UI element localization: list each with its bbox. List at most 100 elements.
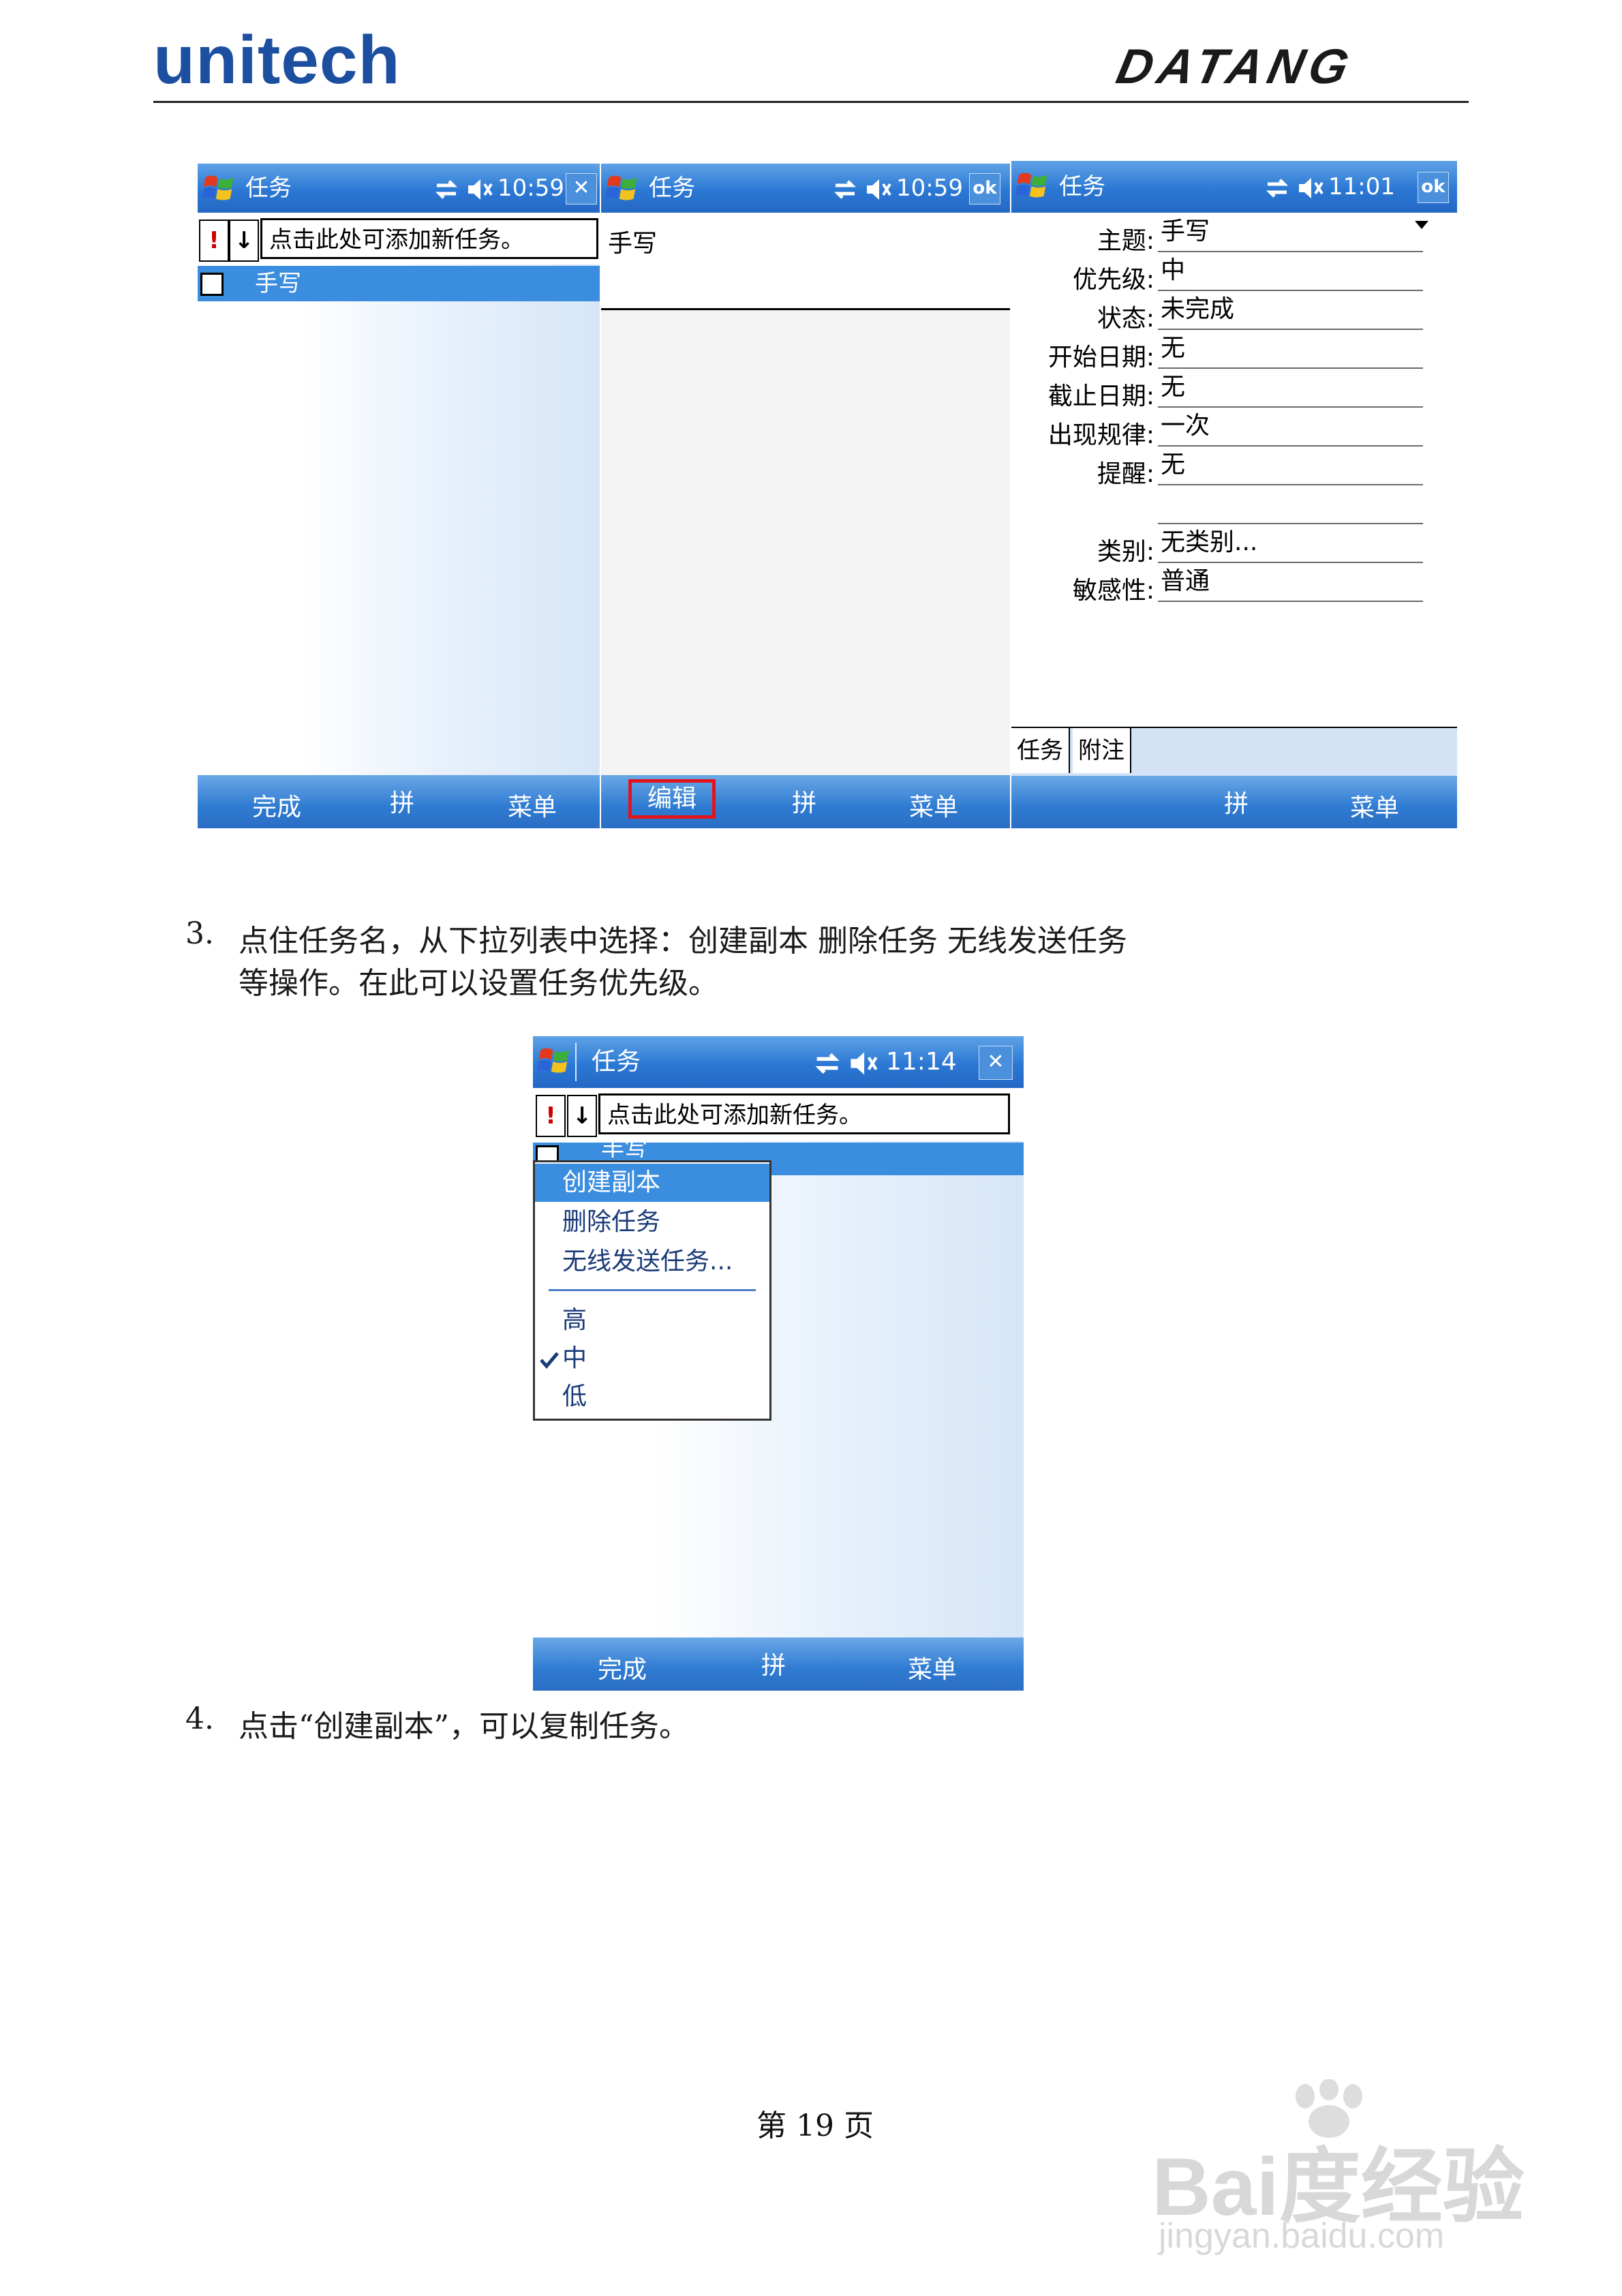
clock[interactable]: 10:59: [896, 164, 963, 213]
input-panel-icon[interactable]: 拼: [792, 783, 816, 819]
menu-item-priority-low[interactable]: 低: [535, 1378, 769, 1416]
menu-item-delete[interactable]: 删除任务: [535, 1203, 769, 1241]
close-icon[interactable]: ✕: [979, 1046, 1013, 1080]
connectivity-icon[interactable]: [831, 164, 859, 213]
app-title: 任务: [1059, 173, 1105, 200]
volume-muted-icon[interactable]: [465, 164, 494, 213]
dropdown-arrow-icon[interactable]: [1415, 221, 1428, 229]
new-task-row: ! ↓ 点击此处可添加新任务。: [198, 215, 600, 263]
step-3-number: 3.: [185, 916, 214, 951]
field-label: 优先级:: [1072, 266, 1154, 294]
edit-softkey[interactable]: 编辑: [628, 779, 716, 819]
volume-muted-icon[interactable]: [1296, 161, 1325, 213]
field-value[interactable]: 无: [1158, 333, 1423, 369]
task-name: 手写: [255, 270, 301, 297]
menu-softkey[interactable]: 菜单: [908, 1650, 957, 1685]
connectivity-icon[interactable]: [433, 164, 460, 213]
title-separator: [575, 1043, 577, 1081]
field-value[interactable]: 无: [1158, 372, 1423, 408]
screen-task-list: 任务 10:59 ✕ ! ↓ 点击此处可添加新任务。 手写 完成 拼 菜单: [198, 164, 600, 828]
task-checkbox[interactable]: [200, 273, 224, 296]
header-divider: [153, 101, 1469, 103]
menu-softkey[interactable]: 菜单: [909, 787, 958, 823]
windows-start-icon[interactable]: [202, 170, 237, 206]
field-value[interactable]: 无: [1158, 450, 1423, 485]
input-panel-icon[interactable]: 拼: [390, 783, 414, 819]
field-label: 主题:: [1097, 227, 1154, 255]
step-4-text: 点击“创建副本”，可以复制任务。: [239, 1709, 689, 1744]
close-icon[interactable]: ✕: [566, 173, 597, 205]
page-number: 第 19 页: [756, 2109, 874, 2143]
connectivity-icon[interactable]: [1264, 161, 1291, 213]
windows-start-icon[interactable]: [1015, 168, 1051, 203]
soft-key-bar: 编辑 拼 菜单: [601, 775, 1010, 828]
app-title: 任务: [245, 175, 292, 202]
menu-item-priority-normal[interactable]: 中: [535, 1340, 769, 1378]
field-label: 截止日期:: [1047, 382, 1154, 410]
done-softkey[interactable]: 完成: [598, 1650, 647, 1685]
field-label: 敏感性:: [1072, 577, 1154, 605]
clock[interactable]: 11:01: [1328, 161, 1395, 213]
soft-key-bar: 完成 拼 菜单: [533, 1637, 1024, 1691]
input-panel-icon[interactable]: 拼: [1224, 784, 1249, 819]
field-value[interactable]: [1158, 489, 1423, 524]
add-task-input[interactable]: 点击此处可添加新任务。: [260, 218, 598, 259]
field-label: 出现规律:: [1047, 421, 1154, 449]
menu-item-copy[interactable]: 创建副本: [535, 1164, 769, 1202]
step-3-text-cont: 等操作。在此可以设置任务优先级。: [239, 966, 718, 1001]
datang-logo: DATANG: [1112, 40, 1359, 94]
field-label: 状态:: [1097, 305, 1154, 333]
field-value[interactable]: 无类别...: [1158, 528, 1423, 563]
soft-key-bar: 完成 拼 菜单: [198, 775, 600, 828]
input-panel-icon[interactable]: 拼: [761, 1646, 786, 1681]
field-value[interactable]: 一次: [1158, 411, 1423, 447]
clock[interactable]: 11:14: [886, 1036, 957, 1088]
volume-muted-icon[interactable]: [864, 164, 893, 213]
tab-strip: 任务 附注: [1011, 727, 1457, 776]
field-value[interactable]: 普通: [1158, 567, 1423, 602]
priority-high-icon[interactable]: !: [199, 220, 229, 262]
tab-task[interactable]: 任务: [1011, 728, 1070, 773]
baidu-watermark: Bai度经验 jingyan.baidu.com: [1152, 2079, 1533, 2256]
menu-separator: [549, 1289, 756, 1291]
title-bar: 任务 11:01 ok: [1011, 161, 1457, 213]
watermark-url: jingyan.baidu.com: [1159, 2216, 1445, 2256]
menu-softkey[interactable]: 菜单: [508, 787, 557, 823]
note-body: [601, 310, 1010, 775]
note-text: 手写: [608, 230, 658, 258]
new-task-row: ! ↓ 点击此处可添加新任务。: [533, 1091, 1024, 1138]
ok-button[interactable]: ok: [1418, 172, 1449, 203]
clock[interactable]: 10:59: [498, 164, 564, 213]
title-bar: 任务 10:59 ok: [601, 164, 1010, 213]
field-label: 开始日期:: [1047, 344, 1154, 372]
windows-start-icon[interactable]: [605, 170, 641, 206]
field-value[interactable]: 中: [1158, 256, 1423, 291]
sort-arrow-icon[interactable]: ↓: [567, 1095, 597, 1137]
connectivity-icon[interactable]: [812, 1036, 842, 1088]
screen-task-note: 任务 10:59 ok 手写 编辑 拼 菜单: [601, 164, 1010, 828]
volume-muted-icon[interactable]: [848, 1036, 879, 1088]
windows-start-icon[interactable]: [537, 1043, 572, 1078]
ok-button[interactable]: ok: [969, 173, 1000, 205]
field-label: 提醒:: [1097, 460, 1154, 488]
screen-task-detail: 任务 11:01 ok 主题: 手写 优先级: 中状态: 未完成 开始日期: 无截止日期: 无…: [1011, 161, 1457, 828]
task-row[interactable]: 手写: [198, 266, 600, 301]
sort-arrow-icon[interactable]: ↓: [229, 220, 259, 262]
soft-key-bar: 拼 菜单: [1011, 776, 1457, 828]
add-task-input[interactable]: 点击此处可添加新任务。: [598, 1093, 1010, 1134]
field-value[interactable]: 未完成: [1158, 294, 1423, 330]
done-softkey[interactable]: 完成: [252, 787, 301, 823]
context-menu: 创建副本 删除任务 无线发送任务... 高 中 低: [533, 1160, 771, 1421]
menu-softkey[interactable]: 菜单: [1350, 788, 1399, 824]
menu-item-beam[interactable]: 无线发送任务...: [535, 1243, 769, 1281]
priority-high-icon[interactable]: !: [536, 1095, 566, 1137]
unitech-logo: unitech: [153, 22, 401, 98]
checkmark-icon: [540, 1352, 559, 1369]
app-title: 任务: [649, 175, 695, 202]
app-title: 任务: [592, 1048, 641, 1076]
field-value[interactable]: 手写: [1158, 217, 1423, 252]
task-list-area: [198, 265, 600, 775]
menu-item-priority-high[interactable]: 高: [535, 1301, 769, 1340]
field-label: 类别:: [1097, 538, 1154, 566]
tab-notes[interactable]: 附注: [1073, 728, 1131, 773]
